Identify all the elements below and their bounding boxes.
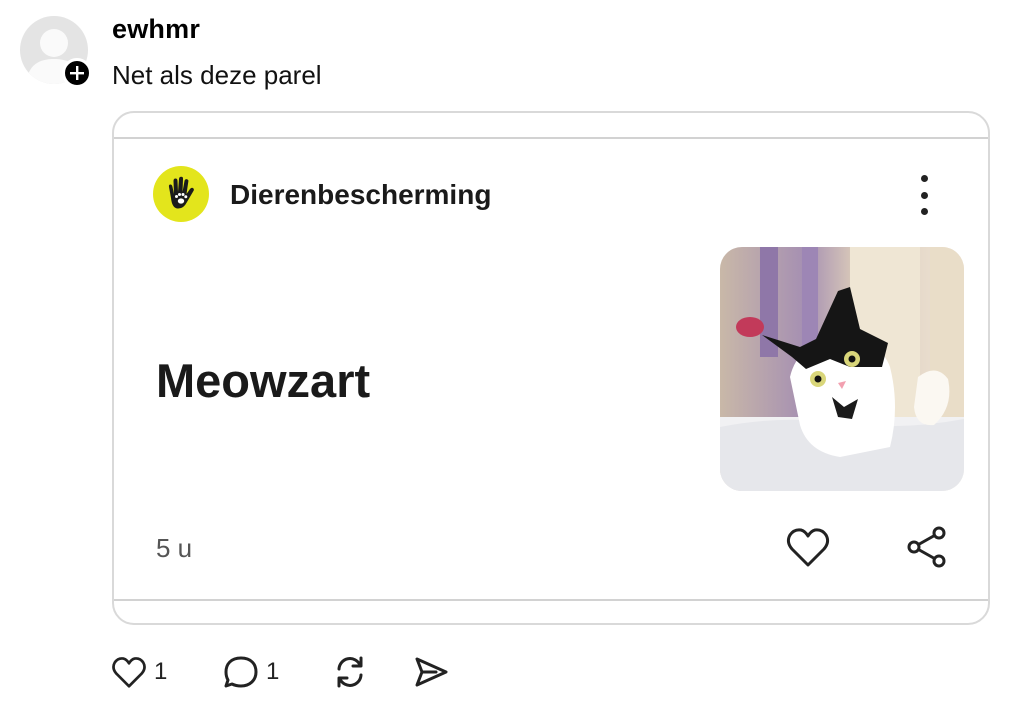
shared-post-card[interactable]: Dierenbescherming Meowzart 5 u (112, 111, 990, 625)
card-headline: Meowzart (156, 354, 371, 407)
card-divider-top (114, 137, 988, 139)
comment-icon (224, 656, 258, 688)
more-icon[interactable] (910, 175, 938, 215)
comment-button[interactable]: 1 (222, 650, 279, 694)
follow-button[interactable] (62, 58, 92, 88)
card-divider-bottom (114, 599, 988, 601)
username[interactable]: ewhmr (112, 14, 200, 45)
brand-logo[interactable] (153, 166, 209, 222)
post-time: 5 u (156, 533, 193, 563)
post-text: Net als deze parel (112, 60, 322, 90)
send-button[interactable] (412, 650, 450, 694)
brand-name[interactable]: Dierenbescherming (230, 179, 491, 211)
repost-icon (337, 656, 363, 688)
card-share-button[interactable] (904, 525, 950, 569)
heart-icon (786, 528, 830, 567)
card-like-button[interactable] (784, 525, 832, 569)
cat-photo-image (720, 247, 964, 491)
avatar-container[interactable] (20, 16, 92, 88)
like-button[interactable]: 1 (110, 650, 167, 694)
repost-button[interactable] (332, 650, 368, 694)
like-count: 1 (154, 658, 168, 685)
cat-thumbnail[interactable] (720, 247, 964, 491)
plus-icon (70, 66, 84, 80)
comment-count: 1 (266, 658, 280, 685)
send-icon (415, 657, 448, 687)
hand-paw-icon (168, 176, 194, 209)
share-icon (907, 526, 946, 568)
heart-icon (112, 657, 146, 688)
